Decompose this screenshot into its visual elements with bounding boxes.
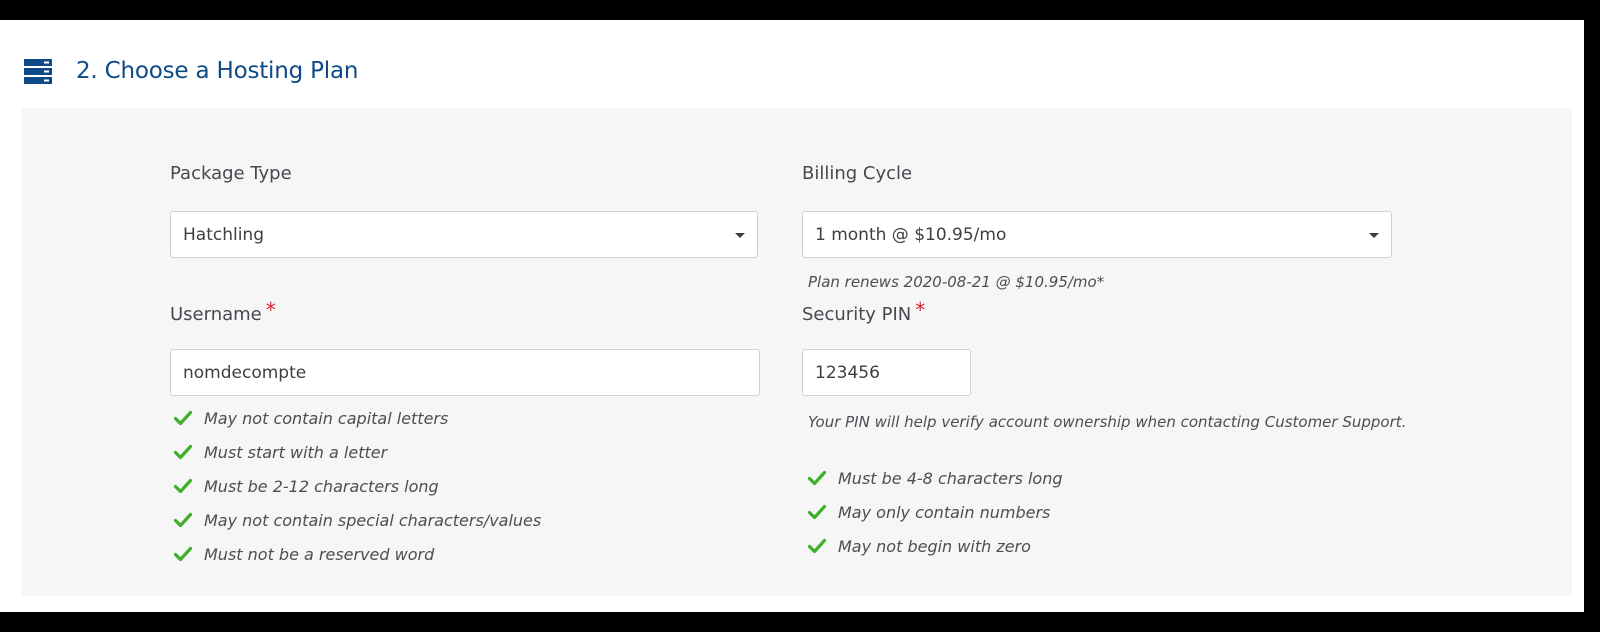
username-input[interactable]: nomdecompte — [170, 349, 760, 396]
list-item: Must start with a letter — [174, 435, 541, 469]
renewal-note: Plan renews 2020-08-21 @ $10.95/mo* — [808, 273, 1105, 291]
package-type-select[interactable]: Hatchling — [170, 211, 758, 258]
chevron-down-icon — [735, 232, 745, 238]
username-label: Username * — [170, 298, 276, 325]
server-stack-icon — [24, 57, 52, 85]
security-pin-input[interactable]: 123456 — [802, 349, 971, 396]
section-header: 2. Choose a Hosting Plan — [24, 56, 358, 86]
checkmark-icon — [174, 546, 192, 562]
security-pin-label: Security PIN * — [802, 298, 926, 325]
chevron-down-icon — [1369, 232, 1379, 238]
hosting-plan-section: 2. Choose a Hosting Plan Package Type Ha… — [0, 20, 1584, 612]
list-item: Must be 4-8 characters long — [808, 461, 1063, 495]
billing-cycle-label: Billing Cycle — [802, 163, 913, 184]
checkmark-icon — [174, 478, 192, 494]
security-pin-rules: Must be 4-8 characters long May only con… — [808, 461, 1063, 563]
package-type-value: Hatchling — [183, 224, 264, 245]
pin-help-text: Your PIN will help verify account owners… — [808, 413, 1407, 431]
checkmark-icon — [808, 470, 826, 486]
list-item: May not contain capital letters — [174, 401, 541, 435]
form-panel: Package Type Hatchling Billing Cycle 1 m… — [22, 108, 1572, 596]
section-title: 2. Choose a Hosting Plan — [76, 58, 359, 84]
billing-cycle-value: 1 month @ $10.95/mo — [815, 224, 1007, 245]
security-pin-value: 123456 — [815, 362, 880, 383]
package-type-label: Package Type — [170, 163, 292, 184]
checkmark-icon — [808, 504, 826, 520]
checkmark-icon — [808, 538, 826, 554]
username-rules: May not contain capital letters Must sta… — [174, 401, 541, 571]
billing-cycle-select[interactable]: 1 month @ $10.95/mo — [802, 211, 1392, 258]
list-item: May only contain numbers — [808, 495, 1063, 529]
checkmark-icon — [174, 410, 192, 426]
checkmark-icon — [174, 512, 192, 528]
list-item: May not begin with zero — [808, 529, 1063, 563]
required-marker: * — [265, 298, 276, 322]
list-item: Must be 2-12 characters long — [174, 469, 541, 503]
list-item: May not contain special characters/value… — [174, 503, 541, 537]
checkmark-icon — [174, 444, 192, 460]
list-item: Must not be a reserved word — [174, 537, 541, 571]
required-marker: * — [915, 298, 926, 322]
username-value: nomdecompte — [183, 362, 307, 383]
